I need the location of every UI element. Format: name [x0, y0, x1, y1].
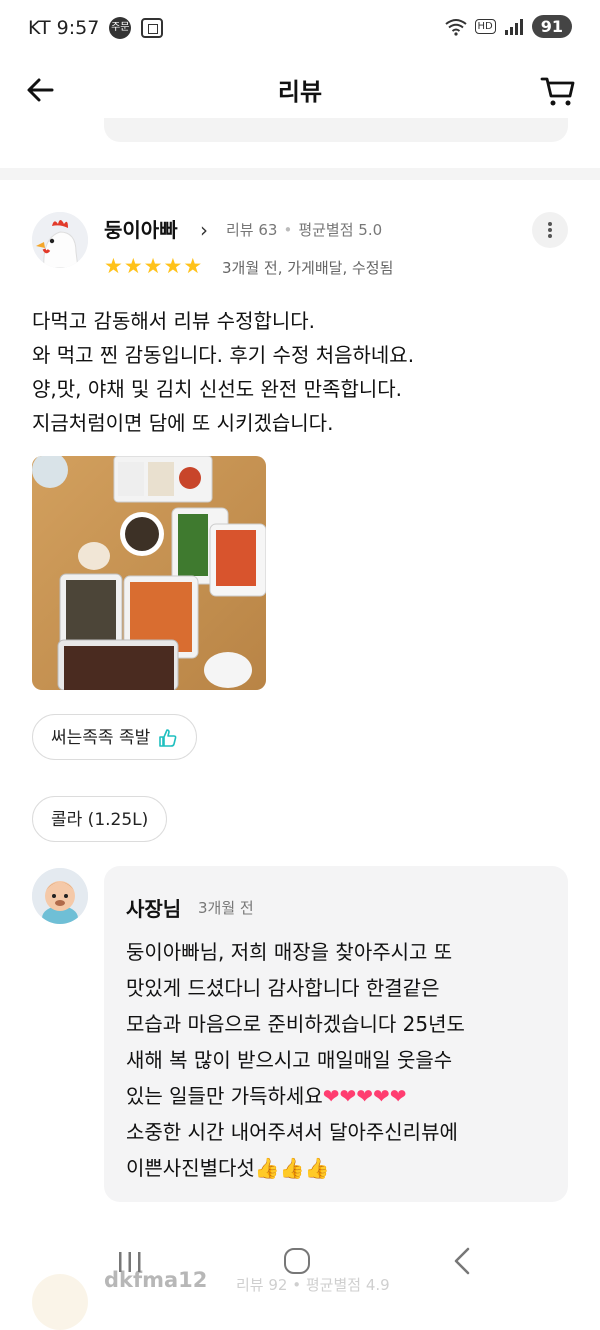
- thumbs-up-emoji-icons: 👍👍👍: [254, 1156, 330, 1180]
- chicken-avatar-icon: [32, 212, 88, 268]
- menu-tag: 써는족족 족발: [32, 714, 197, 760]
- reply-line: 이쁜사진별다섯👍👍👍: [126, 1156, 330, 1180]
- page-title: 리뷰: [277, 78, 323, 106]
- cart-icon: [540, 77, 575, 106]
- review-line: 지금처럼이면 담에 또 시키겠습니다.: [32, 411, 334, 435]
- owner-reply-time: 3개월 전: [198, 899, 254, 917]
- owner-character-icon: [32, 868, 88, 924]
- star-icon: ★: [163, 254, 183, 278]
- menu-tag: 콜라 (1.25L): [32, 796, 168, 842]
- recent-apps-icon[interactable]: [117, 1250, 143, 1274]
- reviewer-name[interactable]: 둥이아빠: [104, 214, 178, 243]
- owner-name: 사장님: [126, 897, 182, 921]
- owner-reply-body: 둥이아빠님, 저희 매장을 찾아주시고 또 맛있게 드셨다니 감사합니다 한결같…: [126, 934, 556, 1186]
- more-options-button[interactable]: [532, 212, 568, 248]
- owner-avatar: [32, 868, 88, 924]
- review-line: 와 먹고 찐 감동입니다. 후기 수정 처음하네요.: [32, 343, 415, 367]
- section-divider: [0, 168, 600, 180]
- star-icon: ★: [183, 254, 203, 278]
- separator-dot: •: [283, 221, 293, 239]
- cart-button[interactable]: [538, 70, 578, 110]
- review-body: 다먹고 감동해서 리뷰 수정합니다. 와 먹고 찐 감동입니다. 후기 수정 처…: [32, 304, 572, 440]
- app-header: 리뷰: [0, 56, 600, 122]
- thumbs-up-icon: [158, 729, 177, 747]
- review-line: 양,맛, 야채 및 김치 신선도 완전 만족합니다.: [32, 377, 403, 401]
- previous-reply-bubble-edge: [104, 118, 568, 142]
- review-photo[interactable]: [32, 456, 266, 690]
- order-chip-icon: 주문: [109, 17, 132, 39]
- heart-icons: ❤❤❤❤❤: [322, 1084, 407, 1108]
- reply-line: 있는 일들만 가득하세요❤❤❤❤❤: [126, 1084, 407, 1108]
- reviewer-avatar[interactable]: [32, 212, 88, 268]
- food-photo-image: [32, 456, 266, 690]
- menu-tag-label: 써는족족 족발: [51, 728, 151, 748]
- battery-indicator: 91: [531, 15, 572, 38]
- review-count: 리뷰 63: [226, 221, 278, 239]
- home-icon[interactable]: [284, 1248, 310, 1274]
- hd-voice-icon: HD: [474, 19, 496, 34]
- star-icon: ★: [123, 254, 143, 278]
- more-dots-icon: [548, 222, 552, 226]
- reply-line: 맛있게 드셨다니 감사합니다 한결같은: [126, 976, 440, 1000]
- status-carrier-time: KT 9:57: [28, 17, 100, 39]
- reply-line: 새해 복 많이 받으시고 매일매일 웃을수: [126, 1048, 453, 1072]
- reviewer-stats: 리뷰 63 • 평균별점 5.0: [226, 219, 382, 240]
- star-icon: ★: [143, 254, 163, 278]
- star-icon: ★: [104, 254, 123, 278]
- signal-icon: [504, 18, 523, 35]
- rating-stars: ★ ★ ★ ★ ★: [104, 255, 202, 277]
- reply-line: 모습과 마음으로 준비하겠습니다 25년도: [126, 1012, 465, 1036]
- system-navigation-bar: [0, 1228, 600, 1300]
- review-line: 다먹고 감동해서 리뷰 수정합니다.: [32, 309, 316, 333]
- menu-tag-label: 콜라 (1.25L): [51, 810, 149, 830]
- system-back-icon[interactable]: [452, 1246, 472, 1276]
- average-rating: 평균별점 5.0: [298, 221, 383, 239]
- screen-record-icon: [141, 18, 164, 38]
- reply-line: 둥이아빠님, 저희 매장을 찾아주시고 또: [126, 940, 453, 964]
- reply-line: 소중한 시간 내어주셔서 달아주신리뷰에: [126, 1120, 458, 1144]
- chevron-right-icon[interactable]: ›: [200, 218, 208, 242]
- status-bar: KT 9:57 주문 HD 91: [0, 0, 600, 56]
- review-meta: 3개월 전, 가게배달, 수정됨: [222, 259, 394, 277]
- wifi-icon: [444, 18, 467, 36]
